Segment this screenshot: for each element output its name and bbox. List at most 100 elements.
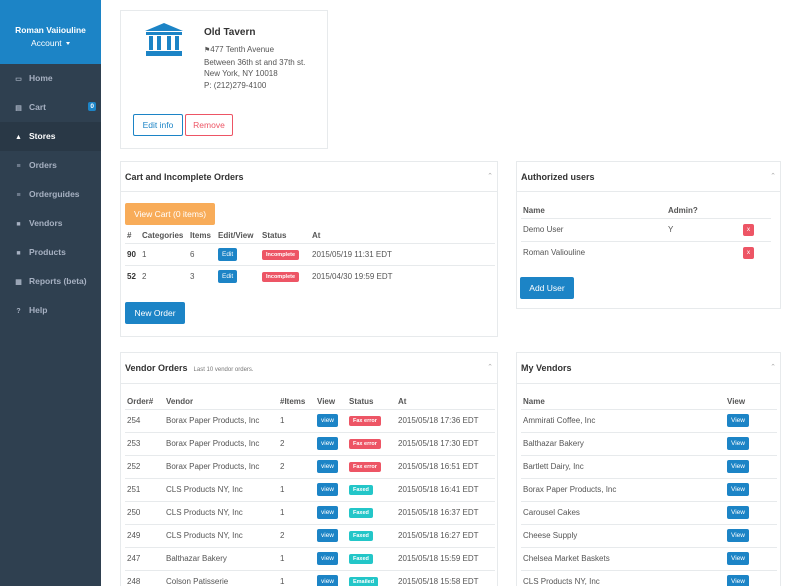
table-row: Carousel Cakes View	[521, 500, 777, 524]
view-order-button[interactable]: view	[317, 506, 339, 519]
address-line: Between 36th st and 37th st.	[204, 57, 306, 67]
category-count: 2	[140, 264, 188, 287]
remove-user-button[interactable]: x	[743, 223, 754, 236]
address-line: 477 Tenth Avenue	[210, 45, 275, 54]
status-badge: Emailed	[349, 577, 379, 586]
edit-order-button[interactable]: Edit	[218, 269, 238, 283]
bank-icon	[145, 23, 183, 56]
nav-item-home[interactable]: ▭ Home	[0, 64, 101, 93]
item-count: 1	[278, 500, 315, 524]
vendor-name: Borax Paper Products, Inc	[521, 477, 725, 501]
order-number: 254	[125, 408, 164, 432]
nav-item-stores[interactable]: ▲ Stores	[0, 122, 101, 151]
help-icon: ?	[16, 308, 21, 315]
view-order-button[interactable]: view	[317, 575, 339, 586]
view-order-button[interactable]: view	[317, 460, 339, 473]
view-order-button[interactable]: view	[317, 414, 339, 427]
view-vendor-button[interactable]: View	[727, 506, 749, 519]
view-cell: view	[315, 523, 347, 547]
nav-item-orders[interactable]: ≡ Orders	[0, 151, 101, 180]
chevron-up-icon[interactable]: ⌃	[770, 172, 776, 180]
vendor-name: Chelsea Market Baskets	[521, 546, 725, 570]
user-name: Roman Vaiiouline	[15, 25, 86, 35]
nav-label: Vendors	[29, 218, 63, 228]
nav-item-vendors[interactable]: ■ Vendors	[0, 209, 101, 238]
nav-label: Reports (beta)	[29, 276, 87, 286]
table-row: CLS Products NY, Inc View	[521, 569, 777, 586]
order-number: 253	[125, 431, 164, 455]
status-cell: Incomplete	[260, 242, 310, 265]
status-cell: Fax error	[347, 454, 396, 478]
order-number: 251	[125, 477, 164, 501]
my-vendors-table: Name View Ammirati Coffee, Inc View Balthaz…	[521, 395, 777, 586]
table-row: 251 CLS Products NY, Inc 1 view Faxed 2015/05…	[125, 477, 495, 501]
nav-item-orderguides[interactable]: ≡ Orderguides	[0, 180, 101, 209]
view-vendor-button[interactable]: View	[727, 460, 749, 473]
column-header: Order#	[127, 397, 154, 407]
sidebar: Roman Vaiiouline Account ▭ Home ▤ Cart 0 ▲ Sto…	[0, 0, 101, 586]
edit-cell: Edit	[216, 264, 260, 287]
table-row: Demo User Yx	[521, 217, 771, 241]
status-badge: Faxed	[349, 531, 373, 541]
edit-cell: Edit	[216, 242, 260, 265]
table-row: 52 2 3 Edit Incomplete 2015/04/30 19:59 EDT	[125, 264, 495, 287]
order-number: 247	[125, 546, 164, 570]
edit-info-button[interactable]: Edit info	[133, 114, 183, 136]
vendor-name: Borax Paper Products, Inc	[164, 408, 278, 432]
chevron-up-icon[interactable]: ⌃	[487, 363, 493, 371]
remove-user-button[interactable]: x	[743, 246, 754, 259]
nav-label: Orderguides	[29, 189, 80, 199]
nav-item-help[interactable]: ? Help	[0, 296, 101, 325]
status-cell: Faxed	[347, 500, 396, 524]
store-card: Old Tavern ⚑477 Tenth Avenue Between 36t…	[120, 10, 328, 149]
my-vendors-panel: My Vendors ⌃ Name View Ammirati Coffee, I…	[516, 352, 781, 586]
vendor-name: CLS Products NY, Inc	[164, 477, 278, 501]
view-vendor-button[interactable]: View	[727, 437, 749, 450]
view-order-button[interactable]: view	[317, 552, 339, 565]
view-order-button[interactable]: view	[317, 529, 339, 542]
user-name: Roman Valiouline	[521, 240, 666, 264]
user-name: Demo User	[521, 217, 666, 241]
column-header: View	[317, 397, 336, 407]
nav-item-reports-beta[interactable]: ▦ Reports (beta)	[0, 267, 101, 296]
view-vendor-button[interactable]: View	[727, 552, 749, 565]
chevron-up-icon[interactable]: ⌃	[770, 363, 776, 371]
store-name: Old Tavern	[204, 27, 256, 38]
vendor-name: Carousel Cakes	[521, 500, 725, 524]
chevron-up-icon[interactable]: ⌃	[487, 172, 493, 180]
view-vendor-button[interactable]: View	[727, 414, 749, 427]
vendor-orders-title: Vendor Orders	[125, 363, 188, 373]
timestamp: 2015/05/18 15:58 EDT	[396, 569, 495, 586]
vendor-name: Borax Paper Products, Inc	[164, 454, 278, 478]
cart-orders-panel: Cart and Incomplete Orders ⌃ View Cart (…	[120, 161, 498, 337]
nav-item-cart[interactable]: ▤ Cart 0	[0, 93, 101, 122]
column-header: At	[398, 397, 407, 407]
view-cell: View	[725, 431, 777, 455]
order-number: 52	[125, 264, 140, 287]
remove-button[interactable]: Remove	[185, 114, 233, 136]
account-dropdown[interactable]: Account	[0, 38, 101, 48]
view-order-button[interactable]: view	[317, 437, 339, 450]
view-vendor-button[interactable]: View	[727, 575, 749, 586]
vendor-name: Ammirati Coffee, Inc	[521, 408, 725, 432]
column-header	[741, 204, 771, 218]
add-user-button[interactable]: Add User	[520, 277, 574, 299]
authorized-users-panel: Authorized users ⌃ Name Admin? Demo User Y…	[516, 161, 781, 309]
view-cart-button[interactable]: View Cart (0 items)	[125, 203, 215, 225]
status-badge: Faxed	[349, 485, 373, 495]
view-cell: view	[315, 500, 347, 524]
vendor-name: Balthazar Bakery	[164, 546, 278, 570]
new-order-button[interactable]: New Order	[125, 302, 185, 324]
view-vendor-button[interactable]: View	[727, 483, 749, 496]
view-vendor-button[interactable]: View	[727, 529, 749, 542]
edit-order-button[interactable]: Edit	[218, 247, 238, 261]
nav-item-products[interactable]: ■ Products	[0, 238, 101, 267]
remove-cell: x	[741, 217, 771, 241]
table-row: 248 Colson Patisserie 1 view Emailed 2015/05/…	[125, 569, 495, 586]
view-order-button[interactable]: view	[317, 483, 339, 496]
cart-count-badge: 0	[88, 102, 96, 111]
column-header: Name	[523, 397, 545, 407]
timestamp: 2015/05/18 16:41 EDT	[396, 477, 495, 501]
status-cell: Faxed	[347, 523, 396, 547]
status-badge: Fax error	[349, 439, 381, 449]
